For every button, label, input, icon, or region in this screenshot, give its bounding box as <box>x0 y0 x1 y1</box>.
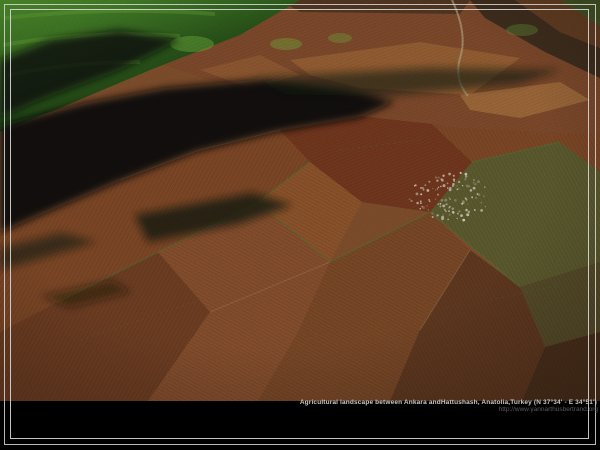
wallpaper-root: Agricultural landscape between Ankara an… <box>0 0 600 450</box>
photo-caption-title: Agricultural landscape between Ankara an… <box>300 399 597 406</box>
aerial-photo <box>0 0 600 401</box>
grain-overlay <box>0 0 600 401</box>
photo-caption: Agricultural landscape between Ankara an… <box>300 399 597 413</box>
photo-caption-url: http://www.yannarthusbertrand.org <box>300 406 598 413</box>
